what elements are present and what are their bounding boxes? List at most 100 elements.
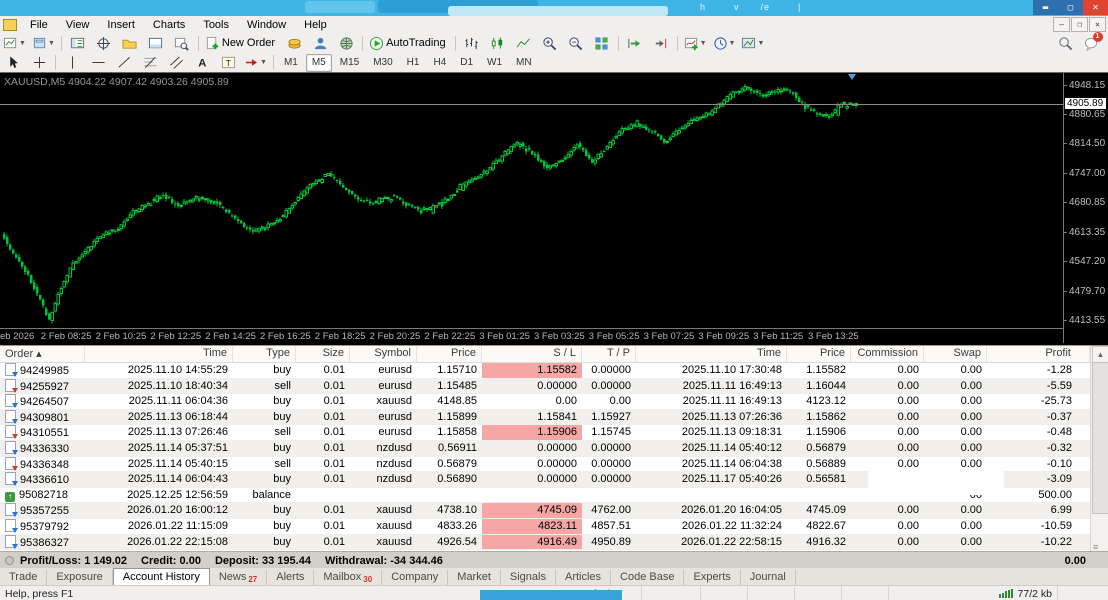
- history-row-95386327[interactable]: 953863272026.01.22 22:15:08buy0.01xauusd…: [0, 535, 1108, 551]
- column-header-price2[interactable]: Price: [787, 346, 851, 362]
- tab-experts[interactable]: Experts: [684, 570, 740, 585]
- menu-insert[interactable]: Insert: [98, 18, 144, 32]
- menu-charts[interactable]: Charts: [144, 18, 194, 32]
- timeframe-mn-button[interactable]: MN: [510, 54, 538, 72]
- history-row-95379792[interactable]: 953797922026.01.22 11:15:09buy0.01xauusd…: [0, 519, 1108, 535]
- window-maximize-button[interactable]: ▢: [1058, 0, 1083, 15]
- scroll-up-arrow[interactable]: ▲: [1092, 346, 1108, 363]
- horizontal-line-button[interactable]: [86, 53, 110, 73]
- tab-articles[interactable]: Articles: [556, 570, 611, 585]
- search-button[interactable]: [1053, 33, 1077, 53]
- navigator-button[interactable]: [118, 33, 142, 53]
- timeframe-h4-button[interactable]: H4: [427, 54, 452, 72]
- tab-market[interactable]: Market: [448, 570, 501, 585]
- menu-window[interactable]: Window: [238, 18, 295, 32]
- column-header-price[interactable]: Price: [417, 346, 482, 362]
- indicators-button[interactable]: ▼: [682, 33, 709, 53]
- column-header-type[interactable]: Type: [233, 346, 296, 362]
- history-row-94309801[interactable]: 943098012025.11.13 06:18:44buy0.01eurusd…: [0, 410, 1108, 426]
- menu-help[interactable]: Help: [295, 18, 336, 32]
- chart-minimize-button[interactable]: –: [1053, 17, 1070, 32]
- history-row-94255927[interactable]: 942559272025.11.10 18:40:34sell0.01eurus…: [0, 379, 1108, 395]
- column-header-symbol[interactable]: Symbol: [350, 346, 417, 362]
- history-row-94249985[interactable]: 942499852025.11.10 14:55:29buy0.01eurusd…: [0, 363, 1108, 379]
- history-row-94310551[interactable]: 943105512025.11.13 07:26:46sell0.01eurus…: [0, 425, 1108, 441]
- column-header-commission[interactable]: Commission: [851, 346, 924, 362]
- vertical-scrollbar[interactable]: ▲ ≡ ▼: [1090, 346, 1108, 569]
- timeframe-h1-button[interactable]: H1: [401, 54, 426, 72]
- timeframe-w1-button[interactable]: W1: [481, 54, 508, 72]
- timeframe-d1-button[interactable]: D1: [454, 54, 479, 72]
- tab-exposure[interactable]: Exposure: [47, 570, 112, 585]
- column-header-sl[interactable]: S / L: [482, 346, 582, 362]
- column-header-size[interactable]: Size: [296, 346, 350, 362]
- menu-tools[interactable]: Tools: [194, 18, 238, 32]
- strategy-tester-button[interactable]: [170, 33, 194, 53]
- timeframe-m1-button[interactable]: M1: [278, 54, 304, 72]
- user-button[interactable]: [308, 33, 332, 53]
- price-axis[interactable]: 4948.154880.654814.504747.004680.854613.…: [1063, 73, 1108, 343]
- tab-journal[interactable]: Journal: [741, 570, 796, 585]
- tile-windows-button[interactable]: [590, 33, 614, 53]
- trendline-button[interactable]: [112, 53, 136, 73]
- line-chart-button[interactable]: [512, 33, 536, 53]
- new-order-button[interactable]: New Order: [203, 33, 280, 53]
- bar-chart-button[interactable]: [460, 33, 484, 53]
- profiles-button[interactable]: ▼: [30, 33, 57, 53]
- vertical-line-button[interactable]: [60, 53, 84, 73]
- notifications-button[interactable]: 1: [1079, 33, 1103, 53]
- column-header-order[interactable]: Order ▴: [0, 346, 85, 362]
- new-chart-button[interactable]: ▼: [1, 33, 28, 53]
- chart-close-button[interactable]: ×: [1089, 17, 1106, 32]
- fibonacci-button[interactable]: [138, 53, 162, 73]
- candlestick-chart-button[interactable]: [486, 33, 510, 53]
- time-axis[interactable]: eb 20262 Feb 08:252 Feb 10:252 Feb 12:25…: [0, 328, 1063, 345]
- zoom-in-button[interactable]: [538, 33, 562, 53]
- market-watch-button[interactable]: [66, 33, 90, 53]
- tab-news[interactable]: News27: [210, 570, 267, 585]
- chart-shift-button[interactable]: [649, 33, 673, 53]
- data-window-button[interactable]: [92, 33, 116, 53]
- text-label-button[interactable]: T: [216, 53, 240, 73]
- tab-signals[interactable]: Signals: [501, 570, 556, 585]
- tab-account-history[interactable]: Account History: [113, 568, 210, 585]
- column-header-profit[interactable]: Profit: [987, 346, 1090, 362]
- chart-plot-area[interactable]: [0, 73, 1063, 328]
- periods-button[interactable]: ▼: [711, 33, 738, 53]
- timeframe-m30-button[interactable]: M30: [367, 54, 398, 72]
- autotrading-button[interactable]: AutoTrading: [367, 33, 451, 53]
- history-row-95357255[interactable]: 953572552026.01.20 16:00:12buy0.01xauusd…: [0, 503, 1108, 519]
- scroll-to-end-marker[interactable]: [848, 74, 856, 80]
- channel-button[interactable]: [164, 53, 188, 73]
- zoom-out-button[interactable]: [564, 33, 588, 53]
- terminal-button[interactable]: [144, 33, 168, 53]
- text-button[interactable]: A: [190, 53, 214, 73]
- tab-code-base[interactable]: Code Base: [611, 570, 684, 585]
- globe-button[interactable]: [334, 33, 358, 53]
- coin-button[interactable]: [282, 33, 306, 53]
- shapes-button[interactable]: ▼: [242, 53, 269, 73]
- window-minimize-button[interactable]: ▬: [1033, 0, 1058, 15]
- column-header-tp[interactable]: T / P: [582, 346, 636, 362]
- title-bar[interactable]: h v /e | ▬ ▢ ✕: [0, 0, 1108, 16]
- templates-button[interactable]: ▼: [739, 33, 766, 53]
- timeframe-m15-button[interactable]: M15: [334, 54, 365, 72]
- chart-window[interactable]: XAUUSD,M5 4904.22 4907.42 4903.26 4905.8…: [0, 72, 1108, 346]
- auto-scroll-button[interactable]: [623, 33, 647, 53]
- tab-alerts[interactable]: Alerts: [267, 570, 314, 585]
- history-row-94336330[interactable]: 943363302025.11.14 05:37:51buy0.01nzdusd…: [0, 441, 1108, 457]
- crosshair-button[interactable]: [27, 53, 51, 73]
- tab-company[interactable]: Company: [382, 570, 448, 585]
- chart-restore-button[interactable]: ❐: [1071, 17, 1088, 32]
- window-close-button[interactable]: ✕: [1083, 0, 1108, 15]
- history-row-94264507[interactable]: 942645072025.11.11 06:04:36buy0.01xauusd…: [0, 394, 1108, 410]
- tab-trade[interactable]: Trade: [0, 570, 47, 585]
- cursor-button[interactable]: [1, 53, 25, 73]
- scroll-thumb[interactable]: [1092, 362, 1108, 514]
- menu-file[interactable]: File: [21, 18, 57, 32]
- column-header-swap[interactable]: Swap: [924, 346, 987, 362]
- timeframe-m5-button[interactable]: M5: [306, 54, 332, 72]
- menu-view[interactable]: View: [57, 18, 99, 32]
- column-header-time[interactable]: Time: [85, 346, 233, 362]
- tab-mailbox[interactable]: Mailbox30: [314, 570, 382, 585]
